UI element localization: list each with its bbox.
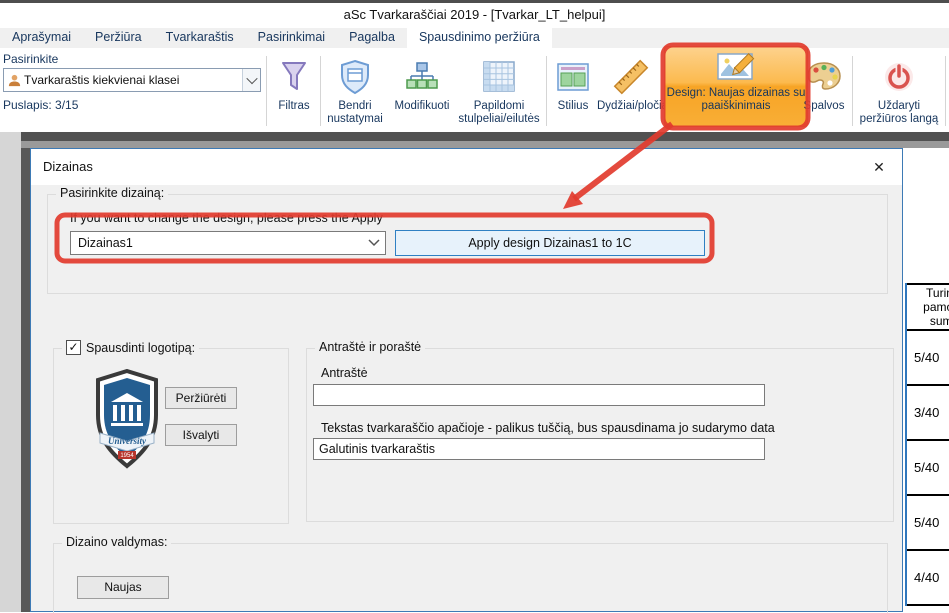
table-cell: 5/40 xyxy=(907,496,949,551)
schedule-type-select[interactable]: Tvarkaraštis kiekvienai klasei xyxy=(3,68,261,92)
menu-item-perziura[interactable]: Peržiūra xyxy=(83,28,154,48)
apply-hint-text: If you want to change the design, please… xyxy=(70,211,383,225)
preview-left-margin xyxy=(0,132,21,612)
toolbar: Pasirinkite Tvarkaraštis kiekvienai klas… xyxy=(0,48,949,132)
modify-label: Modifikuoti xyxy=(388,100,456,113)
style-button[interactable]: Stilius xyxy=(551,54,595,113)
toolbar-separator xyxy=(546,56,547,126)
toolbar-separator xyxy=(945,56,946,126)
window-titlebar: aSc Tvarkaraščiai 2019 - [Tvarkar_LT_hel… xyxy=(0,0,949,28)
design-label: Design: Naujas dizainas su paaiškinimais xyxy=(665,87,807,113)
design-select-value: Dizainas1 xyxy=(71,236,363,250)
new-design-button[interactable]: Naujas xyxy=(77,576,169,599)
select-caption: Pasirinkite xyxy=(3,52,58,66)
colors-label: Spalvos xyxy=(796,100,852,113)
filter-label: Filtras xyxy=(272,100,316,113)
select-design-legend: Pasirinkite dizainą: xyxy=(56,186,168,200)
preview-background xyxy=(0,132,949,141)
design-management-group: Dizaino valdymas: Naujas xyxy=(53,543,888,613)
page-status: Puslapis: 3/15 xyxy=(3,98,78,112)
close-preview-button[interactable]: Uždaryti peržiūros langą xyxy=(855,54,943,126)
window-title: aSc Tvarkaraščiai 2019 - [Tvarkar_LT_hel… xyxy=(344,7,606,22)
colors-button[interactable]: Spalvos xyxy=(796,54,852,113)
style-label: Stilius xyxy=(551,100,595,113)
extra-columns-button[interactable]: Papildomi stulpeliai/eilutės xyxy=(458,54,540,126)
checkbox-checked-icon[interactable]: ✓ xyxy=(66,340,81,355)
dialog-titlebar: Dizainas ✕ xyxy=(31,149,902,185)
menu-item-spausdinimo-perziura[interactable]: Spausdinimo peržiūra xyxy=(407,28,552,48)
close-preview-label: Uždaryti peržiūros langą xyxy=(855,100,943,126)
table-cell: 5/40 xyxy=(907,441,949,496)
design-management-legend: Dizaino valdymas: xyxy=(62,535,171,549)
sizes-button[interactable]: Dydžiai/pločiai xyxy=(597,54,665,113)
chevron-down-icon[interactable] xyxy=(363,239,385,247)
design-dialog: Dizainas ✕ Pasirinkite dizainą: If you w… xyxy=(30,148,903,612)
toolbar-separator xyxy=(320,56,321,126)
logo-clear-button[interactable]: Išvalyti xyxy=(165,424,237,446)
table-column-header: Turimų pamokų suma xyxy=(907,283,949,331)
person-icon xyxy=(4,73,24,88)
chevron-down-icon[interactable] xyxy=(242,69,260,91)
preview-background xyxy=(21,148,30,612)
toolbar-separator xyxy=(852,56,853,126)
menu-item-tvarkarastis[interactable]: Tvarkaraštis xyxy=(154,28,246,48)
shield-settings-icon xyxy=(324,54,386,100)
toolbar-separator xyxy=(266,56,267,126)
design-select[interactable]: Dizainas1 xyxy=(70,231,386,255)
logo-preview-button[interactable]: Peržiūrėti xyxy=(165,387,237,409)
layout-style-icon xyxy=(551,54,595,100)
select-design-group: Pasirinkite dizainą: If you want to chan… xyxy=(47,194,888,294)
table-cell: 4/40 xyxy=(907,551,949,606)
schedule-type-value: Tvarkaraštis kiekvienai klasei xyxy=(24,73,242,87)
header-input[interactable] xyxy=(313,384,765,406)
grid-icon xyxy=(458,54,540,100)
hierarchy-icon xyxy=(388,54,456,100)
design-button[interactable]: Design: Naujas dizainas su paaiškinimais xyxy=(664,46,808,127)
close-icon[interactable]: ✕ xyxy=(869,157,889,177)
general-settings-button[interactable]: Bendri nustatymai xyxy=(324,54,386,126)
design-image-icon xyxy=(665,47,807,87)
menu-bar: Aprašymai Peržiūra Tvarkaraštis Pasirink… xyxy=(0,28,949,48)
sizes-label: Dydžiai/pločiai xyxy=(597,100,665,113)
filter-button[interactable]: Filtras xyxy=(272,54,316,113)
menu-item-pagalba[interactable]: Pagalba xyxy=(337,28,407,48)
preview-background xyxy=(0,141,949,148)
footer-field-label: Tekstas tvarkaraščio apačioje - palikus … xyxy=(321,421,775,435)
preview-table-column: Turimų pamokų suma 5/40 3/40 5/40 5/40 4… xyxy=(905,283,949,606)
footer-input[interactable] xyxy=(313,438,765,460)
general-settings-label: Bendri nustatymai xyxy=(324,100,386,126)
modify-button[interactable]: Modifikuoti xyxy=(388,54,456,113)
logo-image: University 1954 xyxy=(94,369,160,476)
extra-columns-label: Papildomi stulpeliai/eilutės xyxy=(458,100,540,126)
ruler-icon xyxy=(597,54,665,100)
table-cell: 5/40 xyxy=(907,331,949,386)
power-icon xyxy=(855,54,943,100)
logo-text: University xyxy=(108,436,147,446)
print-logo-label: Spausdinti logotipą: xyxy=(86,341,195,355)
palette-icon xyxy=(796,54,852,100)
header-footer-legend: Antraštė ir poraštė xyxy=(315,340,425,354)
header-field-label: Antraštė xyxy=(321,366,368,380)
apply-design-button[interactable]: Apply design Dizainas1 to 1C xyxy=(395,230,705,256)
header-footer-group: Antraštė ir poraštė Antraštė Tekstas tva… xyxy=(306,348,894,522)
table-cell: 3/40 xyxy=(907,386,949,441)
funnel-icon xyxy=(272,54,316,100)
print-logo-group: ✓ Spausdinti logotipą: University 1954 P… xyxy=(53,348,289,524)
dialog-title: Dizainas xyxy=(43,159,93,174)
print-logo-checkbox-row[interactable]: ✓ Spausdinti logotipą: xyxy=(62,340,199,355)
menu-item-pasirinkimai[interactable]: Pasirinkimai xyxy=(246,28,337,48)
menu-item-aprasymai[interactable]: Aprašymai xyxy=(0,28,83,48)
logo-year: 1954 xyxy=(120,453,134,459)
